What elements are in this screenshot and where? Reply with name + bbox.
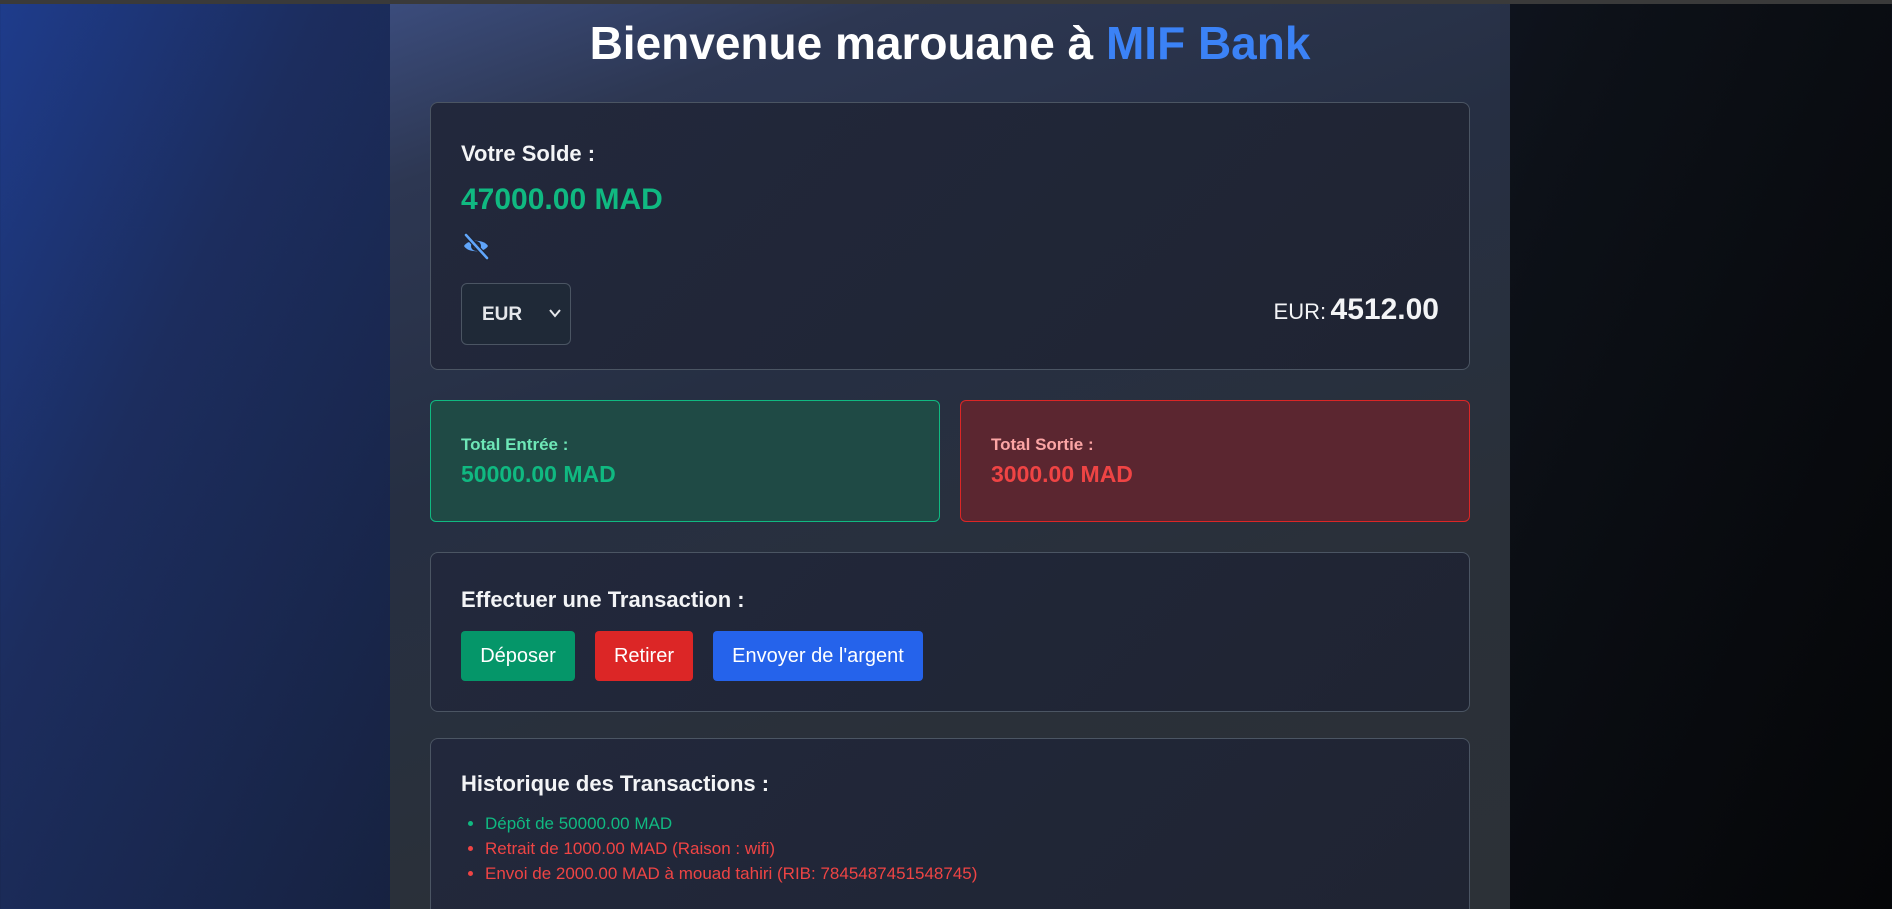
total-out-value: 3000.00 MAD (991, 461, 1133, 487)
withdraw-button[interactable]: Retirer (595, 631, 693, 681)
converted-amount: 4512.00 (1330, 293, 1439, 326)
total-in-card: Total Entrée : 50000.00 MAD (430, 400, 940, 522)
total-out-card: Total Sortie : 3000.00 MAD (960, 400, 1470, 522)
currency-select[interactable]: EUR (461, 283, 571, 345)
total-in-label: Total Entrée : (461, 435, 569, 454)
balance-card: Votre Solde : 47000.00 MAD EUR EUR: 4512… (430, 102, 1470, 370)
history-card: Historique des Transactions : Dépôt de 5… (430, 738, 1470, 909)
history-label: Historique des Transactions : (461, 771, 770, 796)
title-greeting: Bienvenue marouane à (589, 17, 1106, 69)
brand-name: MIF Bank (1105, 17, 1311, 69)
currency-select-value: EUR (482, 304, 523, 325)
balance-label: Votre Solde : (461, 141, 596, 166)
total-in-value: 50000.00 MAD (461, 461, 616, 487)
balance-value: 47000.00 MAD (461, 183, 663, 216)
deposit-button[interactable]: Déposer (461, 631, 575, 681)
main-panel: Bienvenue marouane à MIF Bank Votre Sold… (390, 4, 1510, 909)
transaction-card: Effectuer une Transaction : Déposer Reti… (430, 552, 1470, 712)
transaction-label: Effectuer une Transaction : (461, 587, 745, 612)
send-money-button[interactable]: Envoyer de l'argent (713, 631, 923, 681)
history-list: Dépôt de 50000.00 MAD Retrait de 1000.00… (461, 811, 977, 886)
eye-slash-icon[interactable] (461, 231, 491, 261)
history-item-withdraw: Retrait de 1000.00 MAD (Raison : wifi) (485, 836, 977, 861)
history-item-deposit: Dépôt de 50000.00 MAD (485, 811, 977, 836)
page-title: Bienvenue marouane à MIF Bank (390, 12, 1510, 74)
chevron-down-icon (549, 309, 561, 318)
converted-balance: EUR: 4512.00 (1274, 293, 1439, 327)
history-item-send: Envoi de 2000.00 MAD à mouad tahiri (RIB… (485, 861, 977, 886)
total-out-label: Total Sortie : (991, 435, 1094, 454)
converted-currency-label: EUR: (1273, 299, 1327, 324)
